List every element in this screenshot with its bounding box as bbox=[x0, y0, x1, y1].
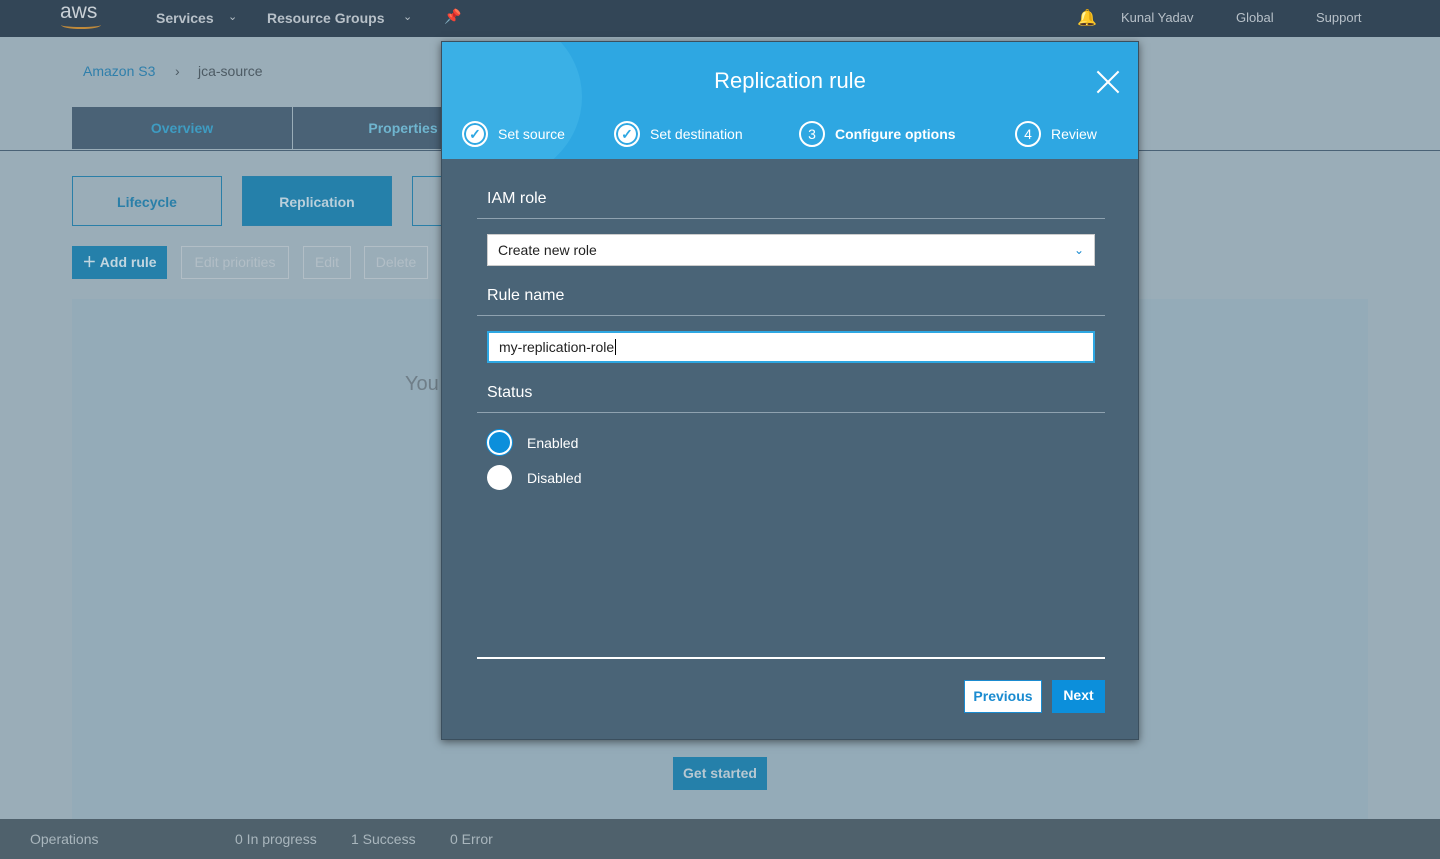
services-menu[interactable]: Services bbox=[156, 10, 214, 26]
get-started-button[interactable]: Get started bbox=[673, 757, 767, 790]
resource-groups-menu[interactable]: Resource Groups bbox=[267, 10, 384, 26]
tab-overview[interactable]: Overview bbox=[72, 107, 292, 149]
add-rule-button[interactable]: ＋ Add rule bbox=[72, 246, 167, 279]
check-icon: ✓ bbox=[462, 121, 488, 147]
chevron-down-icon: ⌄ bbox=[403, 11, 413, 23]
empty-state-text: You bbox=[405, 373, 439, 395]
pin-icon[interactable]: 📌 bbox=[444, 8, 461, 25]
operations-footer: Operations 0 In progress 1 Success 0 Err… bbox=[0, 819, 1440, 859]
chevron-down-icon: ⌄ bbox=[228, 11, 238, 23]
region-menu[interactable]: Global bbox=[1236, 10, 1274, 25]
rule-name-input[interactable]: my-replication-role bbox=[487, 331, 1095, 363]
iam-role-select[interactable]: Create new role ⌄ bbox=[487, 234, 1095, 266]
divider bbox=[477, 657, 1105, 659]
edit-priorities-button[interactable]: Edit priorities bbox=[181, 246, 289, 279]
user-menu[interactable]: Kunal Yadav bbox=[1121, 10, 1194, 25]
operations-label[interactable]: Operations bbox=[30, 831, 98, 847]
top-nav: aws Services ⌄ Resource Groups ⌄ 📌 🔔 Kun… bbox=[0, 0, 1440, 37]
breadcrumb-amazon-s3[interactable]: Amazon S3 bbox=[83, 63, 155, 79]
plus-icon: ＋ bbox=[82, 254, 97, 270]
support-menu[interactable]: Support bbox=[1316, 10, 1362, 25]
dialog-title: Replication rule bbox=[714, 68, 866, 93]
step-review[interactable]: 4 Review bbox=[1015, 121, 1097, 147]
edit-button[interactable]: Edit bbox=[303, 246, 351, 279]
step-configure-options[interactable]: 3 Configure options bbox=[799, 121, 956, 147]
radio-selected-icon bbox=[487, 430, 512, 455]
iam-role-label: IAM role bbox=[487, 190, 547, 207]
error-count[interactable]: 0 Error bbox=[450, 831, 493, 847]
status-disabled-radio[interactable]: Disabled bbox=[487, 465, 581, 490]
dialog-header: Replication rule ✓ Set source ✓ Set destin… bbox=[442, 42, 1138, 159]
divider bbox=[477, 218, 1105, 219]
status-enabled-radio[interactable]: Enabled bbox=[487, 430, 578, 455]
step-number-icon: 4 bbox=[1015, 121, 1041, 147]
next-button[interactable]: Next bbox=[1052, 680, 1105, 713]
step-number-icon: 3 bbox=[799, 121, 825, 147]
chevron-down-icon: ⌄ bbox=[1073, 243, 1084, 257]
step-set-destination[interactable]: ✓ Set destination bbox=[614, 121, 743, 147]
text-cursor bbox=[615, 339, 617, 355]
step-set-source[interactable]: ✓ Set source bbox=[462, 121, 565, 147]
breadcrumb-separator-icon: › bbox=[175, 63, 180, 79]
close-icon[interactable] bbox=[1096, 70, 1120, 94]
success-count[interactable]: 1 Success bbox=[351, 831, 416, 847]
replication-rule-dialog: Replication rule ✓ Set source ✓ Set destin… bbox=[441, 41, 1139, 740]
divider bbox=[477, 315, 1105, 316]
status-label: Status bbox=[487, 384, 533, 401]
in-progress-count[interactable]: 0 In progress bbox=[235, 831, 317, 847]
bell-icon[interactable]: 🔔 bbox=[1077, 8, 1097, 28]
radio-unselected-icon bbox=[487, 465, 512, 490]
subtab-replication[interactable]: Replication bbox=[242, 176, 392, 226]
check-icon: ✓ bbox=[614, 121, 640, 147]
divider bbox=[477, 412, 1105, 413]
subtab-lifecycle[interactable]: Lifecycle bbox=[72, 176, 222, 226]
breadcrumb-current: jca-source bbox=[198, 63, 263, 79]
delete-button[interactable]: Delete bbox=[364, 246, 428, 279]
aws-logo[interactable]: aws bbox=[60, 0, 101, 29]
previous-button[interactable]: Previous bbox=[964, 680, 1042, 713]
rule-name-label: Rule name bbox=[487, 287, 565, 304]
